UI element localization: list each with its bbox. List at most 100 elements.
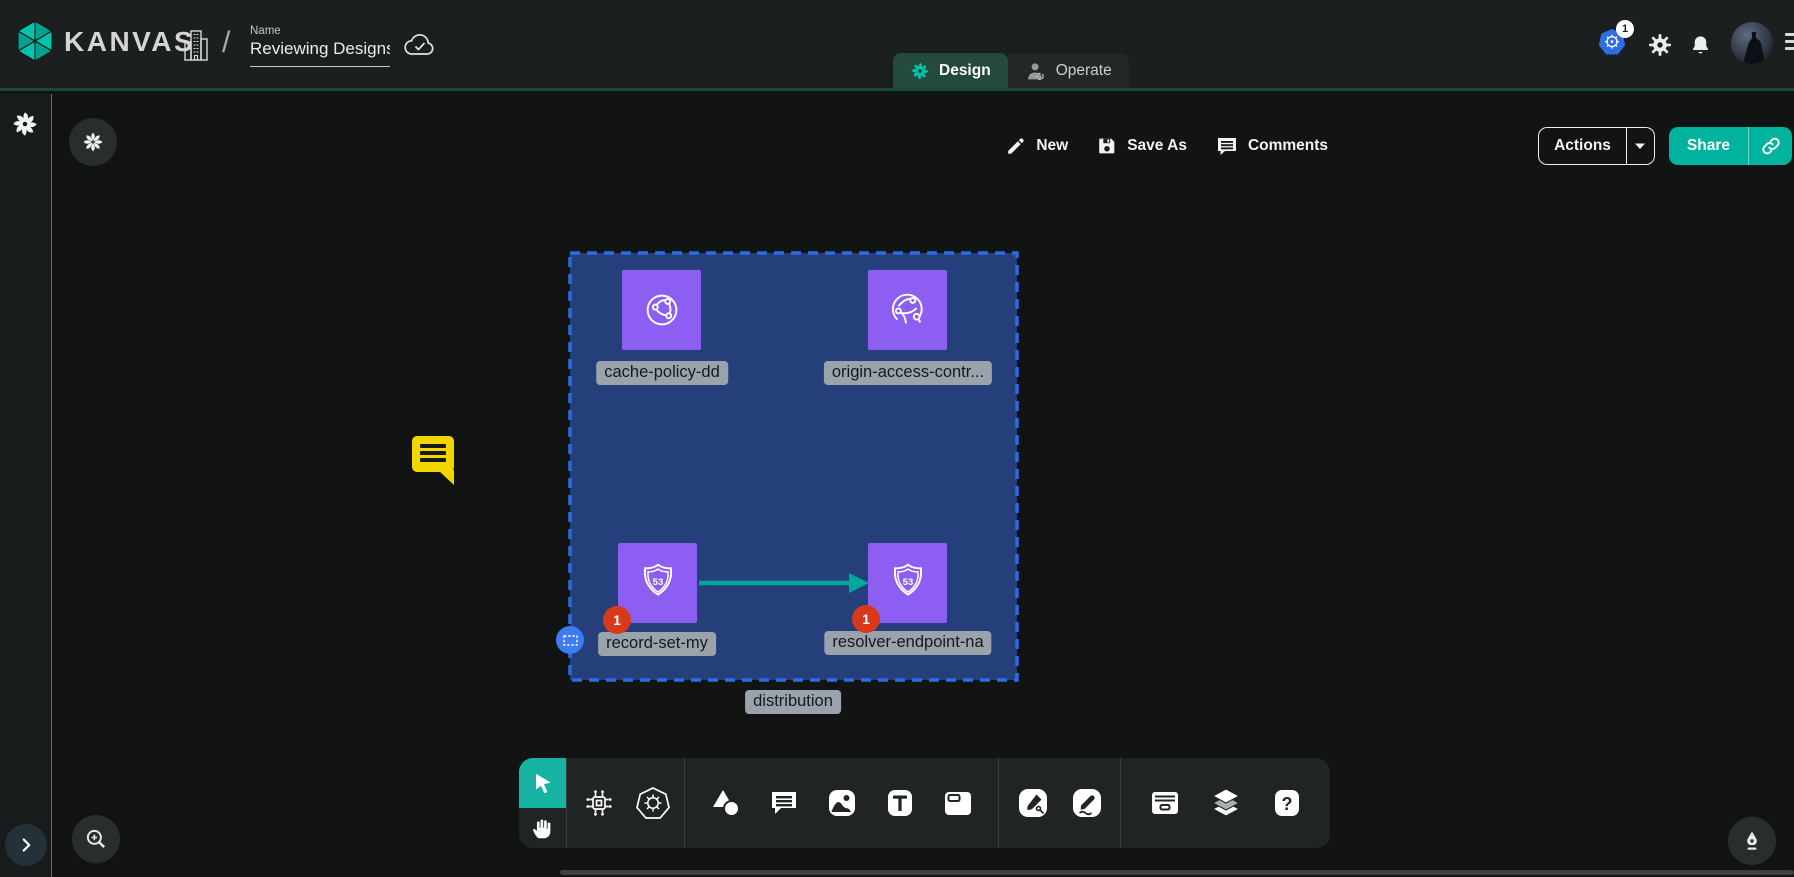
recenter-flower-icon (81, 130, 105, 154)
comments-button-label: Comments (1248, 137, 1328, 155)
save-as-button-label: Save As (1127, 137, 1187, 155)
canvas-action-bar: New Save As Comments Actions (1005, 126, 1792, 166)
sticky-note-icon (941, 786, 975, 820)
node-label: cache-policy-dd (596, 361, 728, 385)
kubernetes-wheel-icon (636, 786, 670, 820)
context-count-badge[interactable]: 1 (1616, 20, 1634, 38)
svg-text:53: 53 (652, 577, 663, 588)
design-name-field: Name (250, 25, 390, 67)
horizontal-scrollbar[interactable] (560, 870, 1794, 875)
tool-text[interactable] (883, 786, 917, 820)
tool-mesh-components[interactable] (582, 786, 616, 820)
tool-shapes[interactable] (709, 786, 743, 820)
caret-down-icon (1634, 142, 1646, 150)
tool-sticky-note[interactable] (941, 786, 975, 820)
new-pencil-icon (1005, 135, 1027, 157)
tool-kubernetes[interactable] (636, 786, 670, 820)
brand-name: KANVAS (64, 26, 195, 58)
tool-pencil[interactable] (1070, 786, 1104, 820)
image-tool-icon (825, 786, 859, 820)
node-label: resolver-endpoint-na (824, 631, 991, 655)
comments-button[interactable]: Comments (1215, 134, 1328, 158)
signature-pen-button[interactable] (1728, 817, 1776, 865)
app-header: KANVAS / Name (0, 0, 1794, 91)
meshery-spiral-icon[interactable] (11, 110, 39, 138)
group-label: distribution (745, 690, 841, 714)
recenter-flower-button[interactable] (69, 118, 117, 166)
kanvas-logo-icon[interactable] (13, 19, 57, 63)
notifications-bell-icon[interactable] (1689, 33, 1712, 57)
tool-pan-hand[interactable] (519, 808, 566, 848)
node-label: record-set-my (598, 632, 716, 656)
save-as-button[interactable]: Save As (1096, 135, 1187, 157)
selection-handle[interactable] (556, 626, 584, 654)
selection-handle-icon (557, 627, 584, 654)
cloud-saved-icon (403, 32, 437, 59)
share-link-icon (1760, 135, 1782, 157)
shapes-icon (709, 786, 743, 820)
node-cache-policy[interactable] (622, 270, 701, 350)
kanvas-app: KANVAS / Name (0, 0, 1794, 877)
left-sidebar (0, 94, 52, 877)
name-field-label: Name (250, 25, 390, 37)
design-name-input[interactable] (250, 39, 390, 67)
layers-tool-icon (1208, 785, 1244, 821)
user-avatar[interactable] (1731, 22, 1773, 64)
design-tab-swirl-icon (910, 61, 930, 81)
expand-sidebar-button[interactable] (5, 824, 47, 866)
edge-record-to-resolver[interactable] (697, 569, 873, 597)
tool-image[interactable] (825, 786, 859, 820)
help-tool-icon: ? (1270, 786, 1304, 820)
zoom-in-icon (83, 826, 109, 852)
zoom-in-button[interactable] (72, 815, 120, 863)
node-resolver-endpoint[interactable]: 53 (868, 543, 947, 623)
tool-pen[interactable] (1016, 786, 1050, 820)
settings-gear-icon[interactable] (1648, 33, 1672, 57)
drawer-tool-icon (1148, 786, 1182, 820)
tool-drawer[interactable] (1148, 786, 1182, 820)
origin-access-globe-icon (885, 287, 931, 333)
svg-text:?: ? (1281, 794, 1292, 814)
node-record-set[interactable]: 53 (618, 543, 697, 623)
node-label: origin-access-contr... (824, 361, 992, 385)
network-globe-icon (639, 287, 685, 333)
tab-design[interactable]: Design (893, 53, 1008, 88)
comments-bubble-icon (1215, 134, 1239, 158)
actions-caret-button[interactable] (1626, 128, 1654, 164)
route53-shield-icon: 53 (635, 560, 681, 606)
tab-operate[interactable]: Operate (1008, 53, 1129, 88)
actions-split-button[interactable]: Actions (1538, 127, 1655, 165)
menu-icon[interactable] (1785, 33, 1794, 55)
tool-layers[interactable] (1208, 785, 1244, 821)
node-error-badge[interactable]: 1 (603, 606, 631, 634)
signature-pen-nib-icon (1740, 829, 1764, 853)
tab-design-label: Design (939, 62, 991, 80)
comment-marker-icon[interactable] (410, 433, 458, 486)
pen-tool-icon (1016, 786, 1050, 820)
mesh-chip-icon (582, 786, 616, 820)
copy-link-button[interactable] (1748, 127, 1792, 165)
node-error-badge[interactable]: 1 (852, 605, 880, 633)
new-button[interactable]: New (1005, 135, 1068, 157)
new-button-label: New (1036, 137, 1068, 155)
pencil-tool-icon (1070, 786, 1104, 820)
tool-select-cursor[interactable] (519, 758, 566, 808)
tab-operate-label: Operate (1056, 62, 1112, 80)
share-split-button[interactable]: Share (1669, 127, 1792, 165)
tools-dock: ? (519, 758, 1330, 848)
comment-tool-icon (767, 786, 801, 820)
operate-person-icon (1025, 60, 1047, 82)
text-tool-icon (883, 786, 917, 820)
mode-tabs: Design Operate (893, 53, 1129, 88)
select-cursor-icon (530, 770, 556, 796)
tool-help[interactable]: ? (1270, 786, 1304, 820)
node-origin-access-control[interactable] (868, 270, 947, 350)
save-floppy-icon (1096, 135, 1118, 157)
organization-icon[interactable] (183, 29, 209, 62)
share-button-label: Share (1669, 137, 1748, 155)
svg-text:53: 53 (902, 577, 913, 588)
breadcrumb-separator: / (222, 26, 230, 60)
chevron-right-icon (15, 834, 37, 856)
actions-button-label: Actions (1539, 137, 1626, 155)
tool-comment[interactable] (767, 786, 801, 820)
